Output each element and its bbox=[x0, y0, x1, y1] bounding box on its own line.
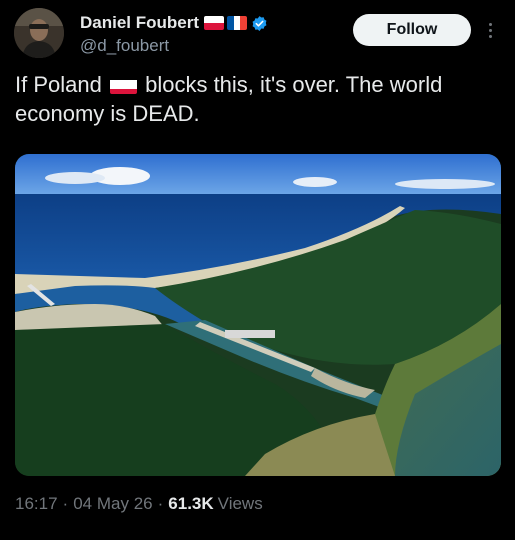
tweet-text: If Poland blocks this, it's over. The wo… bbox=[15, 70, 501, 128]
avatar[interactable] bbox=[14, 8, 64, 58]
tweet-text-part1: If Poland bbox=[15, 72, 102, 97]
avatar-image bbox=[14, 8, 64, 58]
views-count: 61.3K bbox=[168, 494, 214, 513]
poland-flag-icon bbox=[204, 16, 225, 30]
tweet-header: Daniel Foubert @d_foubert Follow bbox=[14, 8, 501, 60]
more-options-icon[interactable] bbox=[480, 16, 500, 44]
tweet-meta: 16:17 · 04 May 26 · 61.3K Views bbox=[15, 494, 263, 514]
separator-dot: · bbox=[157, 494, 164, 513]
separator-dot: · bbox=[62, 494, 69, 513]
handle[interactable]: @d_foubert bbox=[80, 36, 169, 56]
aerial-canal-photo bbox=[15, 154, 501, 476]
tweet-date[interactable]: 04 May 26 bbox=[73, 494, 152, 514]
tweet-media-photo[interactable] bbox=[15, 154, 501, 476]
name-row: Daniel Foubert bbox=[80, 12, 268, 34]
poland-flag-icon bbox=[109, 76, 137, 94]
france-flag-icon bbox=[227, 16, 248, 30]
verified-badge-icon bbox=[252, 15, 267, 31]
views-label: Views bbox=[217, 494, 263, 513]
display-name[interactable]: Daniel Foubert bbox=[80, 13, 199, 33]
follow-button[interactable]: Follow bbox=[353, 14, 471, 46]
tweet-time[interactable]: 16:17 bbox=[15, 494, 58, 514]
